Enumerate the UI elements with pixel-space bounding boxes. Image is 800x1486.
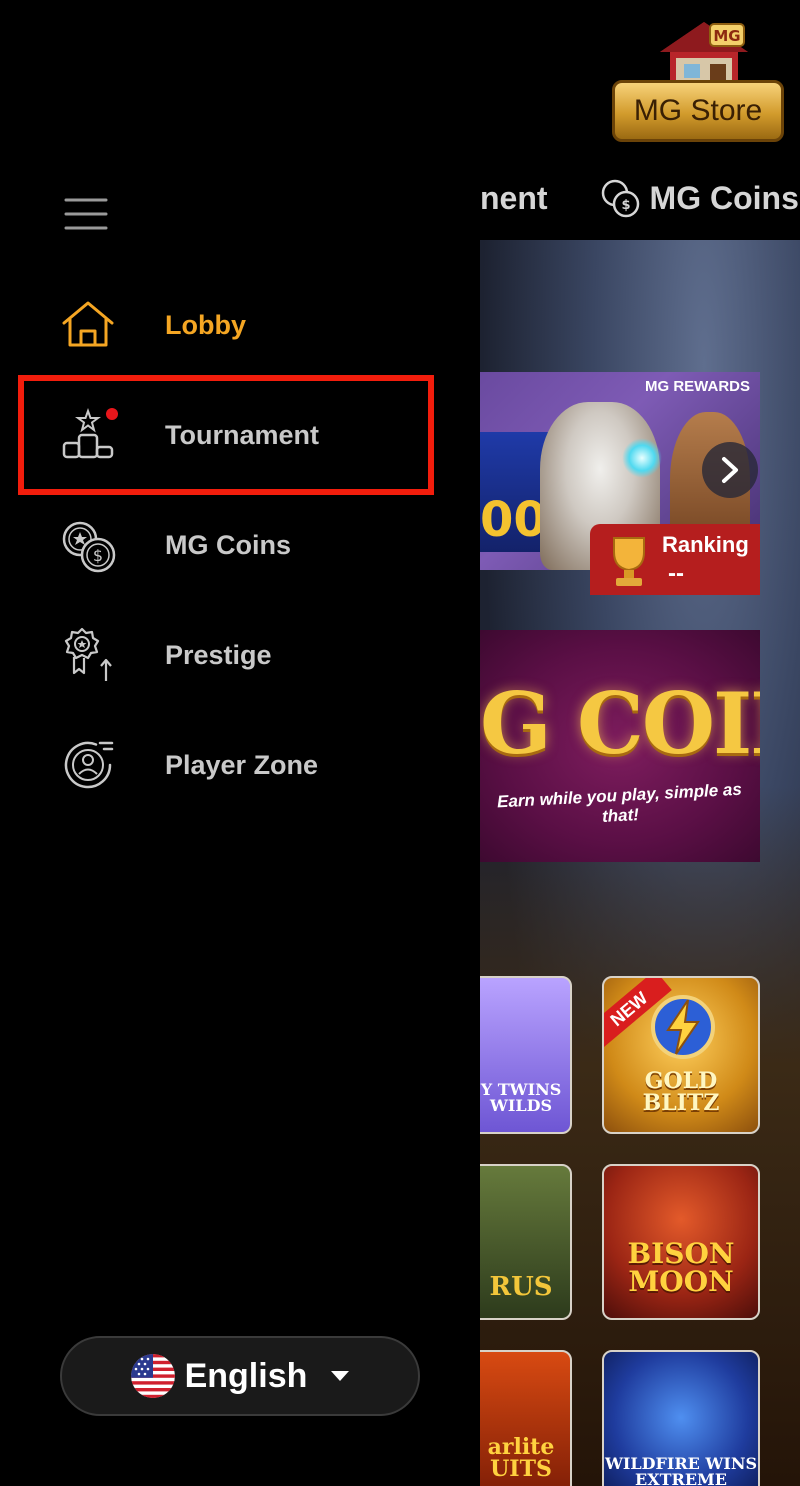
language-select[interactable]: English [60,1336,420,1416]
game-name: Y TWINS WILDS [480,1080,562,1115]
background-tab-bar: nent $ MG Coins [480,170,800,226]
sidebar-item-lobby[interactable]: Lobby [0,270,480,380]
sidebar-item-label: Lobby [165,309,246,340]
game-name: GOLD BLITZ [642,1068,720,1116]
sidebar-item-label: MG Coins [165,529,291,560]
mg-store-label: MG Store [612,80,784,142]
game-tile[interactable]: RUS [470,1164,572,1320]
game-name: BISON MOON [627,1237,735,1298]
sidebar-item-label: Player Zone [165,749,319,780]
tab-mg-coins[interactable]: $ MG Coins [600,178,799,218]
sidebar-item-tournament[interactable]: Tournament [0,380,480,490]
game-name: RUS [489,1272,553,1302]
ranking-box[interactable]: Ranking -- [590,524,760,595]
sidebar-item-label: Tournament [165,419,319,450]
banner-next-button[interactable] [702,442,758,498]
mg-store-button[interactable]: MG MG Store [612,18,784,142]
caret-down-icon [331,1371,350,1381]
sidebar-item-mg-coins[interactable]: $ MG Coins [0,490,480,600]
game-name: arlite UITS [487,1434,555,1482]
tab-mg-coins-label: MG Coins [649,179,799,216]
sidebar-item-label: Prestige [165,639,272,670]
mg-coins-banner-title: G COINS [480,674,760,773]
us-flag-icon [130,1354,175,1398]
notification-dot [106,408,118,420]
lightning-icon [651,995,715,1059]
language-label: English [184,1356,308,1395]
mg-coins-banner-tagline: Earn while you play, simple as that! [496,779,743,826]
game-tile[interactable]: arlite UITS [470,1350,572,1486]
game-tile-wildfire-wins[interactable]: WILDFIRE WINS EXTREME [602,1350,760,1486]
player-zone-icon [64,741,114,789]
svg-text:$: $ [93,546,103,565]
coins-icon: $ [601,179,639,218]
mg-coins-banner[interactable]: G COINS Earn while you play, simple as t… [480,630,760,862]
trophy-icon [613,537,645,586]
magic-orb [622,438,662,478]
game-tile-gold-blitz[interactable]: NEW GOLD BLITZ [602,976,760,1134]
hamburger-icon [64,198,108,230]
svg-text:$: $ [621,198,630,213]
prestige-badge-icon [64,627,112,681]
game-tile[interactable]: Y TWINS WILDS [470,976,572,1134]
sidebar-item-prestige[interactable]: Prestige [0,600,480,710]
game-tile-bison-moon[interactable]: BISON MOON [602,1164,760,1320]
tab-tournament-partial[interactable]: nent [480,180,548,217]
menu-toggle-button[interactable] [64,196,108,232]
coins-icon: $ [62,521,116,573]
chevron-right-icon [722,457,738,483]
ranking-label: Ranking [662,532,749,557]
sidebar-item-player-zone[interactable]: Player Zone [0,710,480,820]
side-drawer: Lobby Tournament $ MG Coins Prestige Pla… [0,0,480,1486]
mg-rewards-tag: MG REWARDS [645,378,750,395]
svg-text:MG: MG [713,27,740,45]
ranking-value: -- [668,560,684,587]
home-icon [62,301,114,347]
game-name: WILDFIRE WINS EXTREME [604,1454,758,1486]
